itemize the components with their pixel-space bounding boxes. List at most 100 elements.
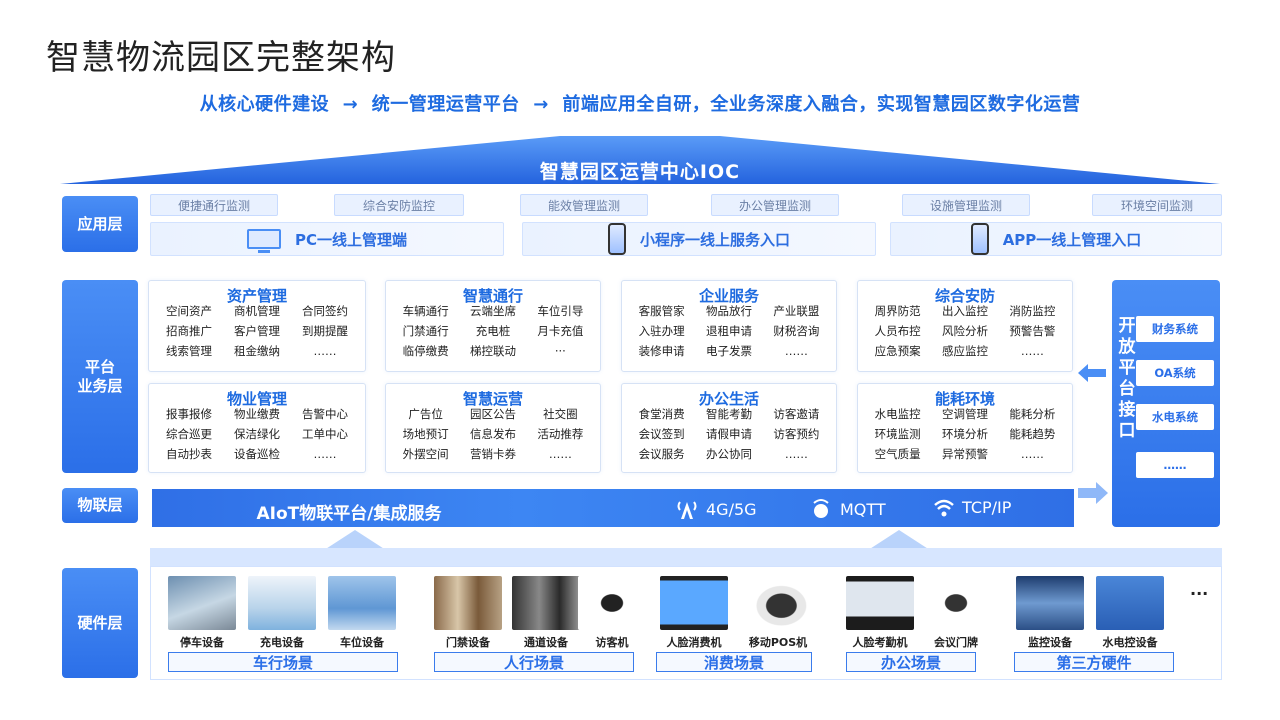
visitor-device-image [578,576,646,630]
module-item: 云端坐席 [469,304,516,318]
pc-entry-label: PC一线上管理端 [294,230,407,249]
app-tag: 便捷通行监测 [150,194,278,216]
app-tag: 环境空间监测 [1092,194,1222,216]
wifi-icon [934,499,954,516]
module-items: 客服管家 物品放行 产业联盟 入驻办理 退租申请 财税咨询 装修申请 电子发票 … [628,303,830,359]
module-item: 入驻办理 [638,324,685,338]
gate-device-image [512,576,580,630]
module-item: 物品放行 [705,304,752,318]
module-item: 客服管家 [638,304,685,318]
miniprogram-entry-label: 小程序一线上服务入口 [639,230,790,249]
module-item: 设备巡检 [234,447,280,461]
device-mobile-pos: 移动POS机 [744,576,812,650]
module-item: 车位引导 [537,304,584,318]
app-tag: 设施管理监测 [902,194,1030,216]
signal-tower-icon [677,501,697,519]
app-entry[interactable]: APP一线上管理入口 [890,222,1222,256]
module-item: 退租申请 [705,324,752,338]
module-item: 电子发票 [705,344,752,358]
module-item: …… [313,344,337,358]
module-item: 到期提醒 [302,324,348,338]
module-smart-operation: 智慧运营 广告位 园区公告 社交圈 场地预订 信息发布 活动推荐 外摆空间 营销… [385,383,601,473]
module-items: 周界防范 出入监控 消防监控 人员布控 风险分析 预警告警 应急预案 感应监控 … [864,303,1066,359]
module-item: 信息发布 [469,427,516,441]
module-item: 保洁绿化 [234,427,280,441]
protocol-tcpip: TCP/IP [934,498,1011,517]
module-item: 访客邀请 [773,407,820,421]
module-item: 客户管理 [234,324,280,338]
module-items: 车辆通行 云端坐席 车位引导 门禁通行 充电桩 月卡充值 临停缴费 梯控联动 ·… [392,303,594,359]
device-label: 充电设备 [260,636,304,649]
module-item: 报事报修 [166,407,212,421]
module-item: 外摆空间 [402,447,449,461]
layer-platform-label: 平台 业务层 [62,280,138,473]
module-smart-access: 智慧通行 车辆通行 云端坐席 车位引导 门禁通行 充电桩 月卡充值 临停缴费 梯… [385,280,601,372]
module-item: 线索管理 [166,344,212,358]
module-item: 办公协同 [705,447,752,461]
module-item: 周界防范 [874,304,921,318]
module-items: 空间资产 商机管理 合同签约 招商推广 客户管理 到期提醒 线索管理 租金缴纳 … [155,303,359,359]
device-surveillance: 监控设备 [1016,576,1084,650]
app-tag: 能效管理监测 [520,194,648,216]
module-item: 梯控联动 [469,344,516,358]
device-label: 水电控设备 [1102,636,1158,649]
miniprogram-entry[interactable]: 小程序一线上服务入口 [522,222,876,256]
module-item: 感应监控 [941,344,988,358]
module-item: 综合巡更 [166,427,212,441]
module-item: 商机管理 [234,304,280,318]
ioc-label: 智慧园区运营中心IOC [539,161,741,183]
module-item: 食堂消费 [638,407,685,421]
module-item: 环境分析 [941,427,988,441]
app-tag: 办公管理监测 [711,194,839,216]
device-label: 会议门牌 [934,636,978,649]
parking-device-image [168,576,236,630]
module-item: 风险分析 [941,324,988,338]
module-item: …… [313,447,337,461]
module-item: 充电桩 [475,324,511,338]
module-item: 广告位 [408,407,443,421]
layer-app-label: 应用层 [62,196,138,252]
module-items: 报事报修 物业缴费 告警中心 综合巡更 保洁绿化 工单中心 自动抄表 设备巡检 … [155,406,359,462]
scene-vehicle: 车行场景 [168,652,398,672]
module-property-management: 物业管理 报事报修 物业缴费 告警中心 综合巡更 保洁绿化 工单中心 自动抄表 … [148,383,366,473]
mqtt-icon [813,499,829,518]
module-item: 告警中心 [302,407,348,421]
device-meeting-sign: 会议门牌 [922,576,990,650]
device-parking: 停车设备 [168,576,236,650]
module-energy-environment: 能耗环境 水电监控 空调管理 能耗分析 环境监测 环境分析 能耗趋势 空气质量 … [857,383,1073,473]
layer-iot-label: 物联层 [62,488,138,523]
module-item: 营销卡券 [469,447,516,461]
iot-title: AIoT物联平台/集成服务 [256,504,442,524]
device-visitor: 访客机 [578,576,646,650]
device-label: 监控设备 [1028,636,1072,649]
device-label: 门禁设备 [446,636,490,649]
module-item: 应急预案 [874,344,921,358]
module-item: …… [784,447,808,461]
device-label: 停车设备 [180,636,224,649]
module-item: 物业缴费 [234,407,280,421]
app-tag: 综合安防监控 [334,194,464,216]
module-item: 请假申请 [705,427,752,441]
protocol-4g5g: 4G/5G [676,498,757,520]
module-item: 活动推荐 [537,427,584,441]
module-item: 产业联盟 [773,304,820,318]
module-item: 消防监控 [1009,304,1056,318]
pc-entry[interactable]: PC一线上管理端 [150,222,504,256]
arrow-left-icon [1078,364,1106,382]
page-subtitle: 从核心硬件建设 → 统一管理运营平台 → 前端应用全自研，全业务深度入融合，实现… [199,94,1081,115]
device-label: 人脸考勤机 [852,636,908,649]
module-item: 园区公告 [469,407,516,421]
module-item: …… [1020,344,1044,358]
layer-hardware-label: 硬件层 [62,568,138,678]
module-item: 空调管理 [941,407,988,421]
monitor-icon [246,229,281,253]
module-item: 合同签约 [302,304,348,318]
arrow-right-icon [1078,482,1108,504]
module-items: 食堂消费 智能考勤 访客邀请 会议签到 请假申请 访客预约 会议服务 办公协同 … [628,406,830,462]
open-item-utility: 水电系统 [1136,404,1214,430]
phone-icon [607,223,626,255]
module-item: 能耗趋势 [1009,427,1056,441]
module-item: 车辆通行 [402,304,449,318]
protocol-mqtt: MQTT [810,498,886,520]
module-item: 异常预警 [941,447,988,461]
